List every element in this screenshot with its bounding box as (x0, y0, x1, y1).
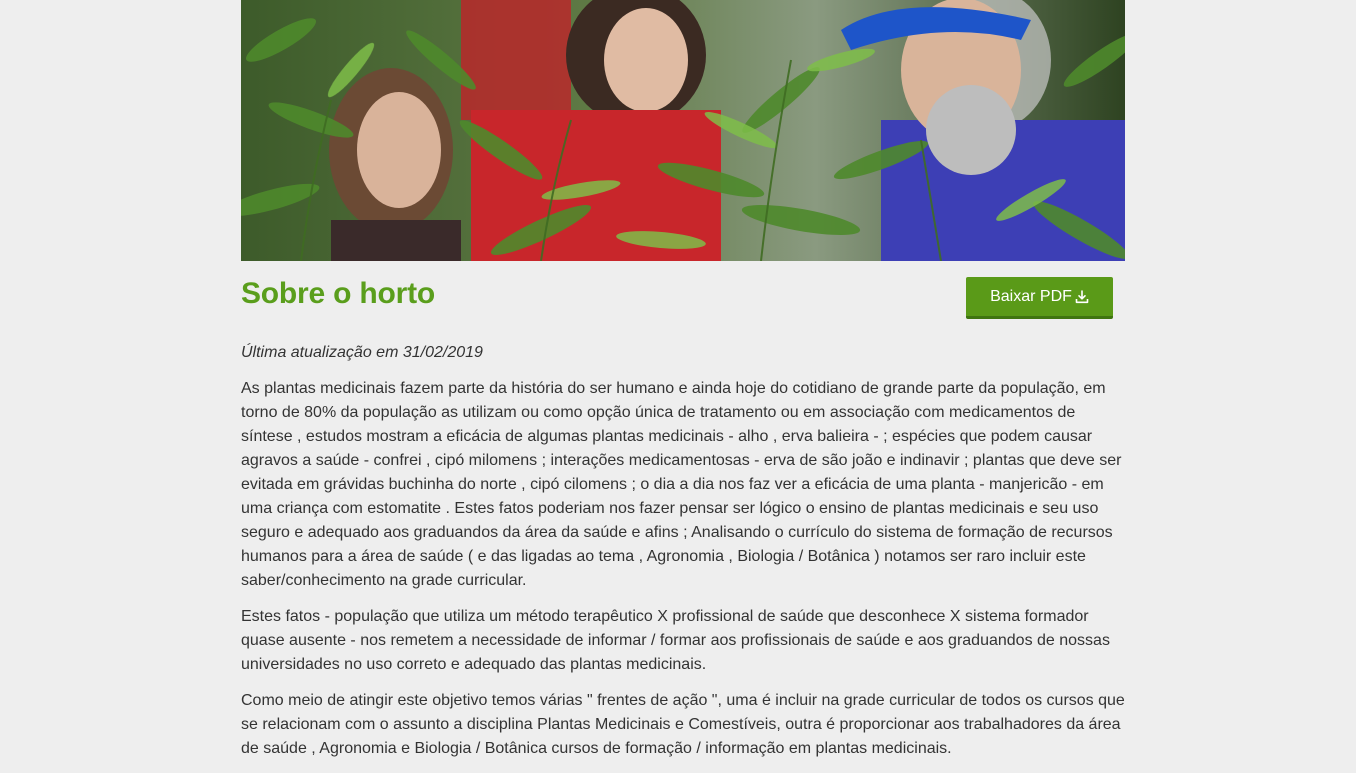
page-container: Sobre o horto Baixar PDF Última atualiza… (241, 0, 1125, 773)
hero-photo-illustration (241, 0, 1125, 261)
article-paragraph: Como meio de atingir este objetivo temos… (241, 692, 1125, 757)
download-pdf-button[interactable]: Baixar PDF (966, 277, 1113, 319)
download-icon (1075, 289, 1089, 303)
article-content: Última atualização em 31/02/2019 As plan… (241, 341, 1125, 761)
last-updated-text: Última atualização em 31/02/2019 (241, 344, 483, 361)
article-paragraph: Estes fatos - população que utiliza um m… (241, 608, 1110, 673)
page-title: Sobre o horto (241, 277, 436, 310)
article-paragraph: As plantas medicinais fazem parte da his… (241, 380, 1122, 589)
hero-image (241, 0, 1125, 261)
download-pdf-label: Baixar PDF (990, 287, 1072, 305)
title-row: Sobre o horto Baixar PDF (241, 261, 1125, 341)
